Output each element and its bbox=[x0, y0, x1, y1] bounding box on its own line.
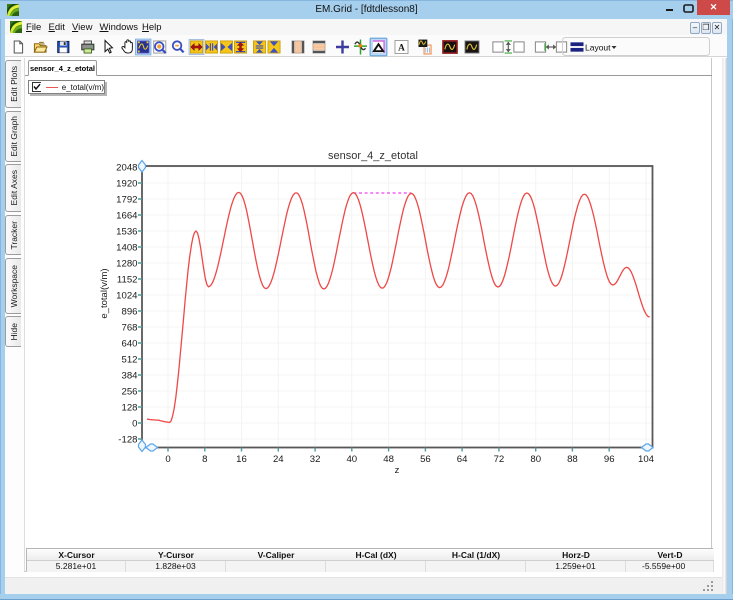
svg-text:384: 384 bbox=[121, 371, 138, 382]
svg-text:896: 896 bbox=[121, 307, 137, 318]
svg-text:sensor_4_z_etotal: sensor_4_z_etotal bbox=[328, 150, 418, 162]
svg-text:56: 56 bbox=[420, 454, 431, 465]
svg-text:1152: 1152 bbox=[117, 275, 138, 286]
svg-text:128: 128 bbox=[121, 403, 137, 414]
svg-text:1280: 1280 bbox=[116, 259, 137, 270]
svg-text:768: 768 bbox=[121, 323, 137, 334]
svg-text:z: z bbox=[395, 465, 400, 476]
svg-text:0: 0 bbox=[132, 419, 137, 430]
svg-text:512: 512 bbox=[121, 355, 137, 366]
svg-text:32: 32 bbox=[310, 454, 321, 465]
svg-text:48: 48 bbox=[383, 454, 394, 465]
svg-text:1408: 1408 bbox=[116, 243, 137, 254]
svg-text:e_total(v/m): e_total(v/m) bbox=[99, 268, 110, 318]
svg-text:Layout: Layout bbox=[585, 43, 611, 53]
svg-text:72: 72 bbox=[494, 454, 505, 465]
svg-text:104: 104 bbox=[638, 454, 655, 465]
svg-text:2048: 2048 bbox=[116, 163, 137, 174]
svg-text:256: 256 bbox=[121, 387, 137, 398]
svg-text:1024: 1024 bbox=[116, 291, 138, 302]
svg-text:1920: 1920 bbox=[116, 179, 137, 190]
svg-text:1664: 1664 bbox=[116, 211, 138, 222]
svg-text:8: 8 bbox=[202, 454, 207, 465]
svg-text:88: 88 bbox=[567, 454, 578, 465]
svg-text:24: 24 bbox=[273, 454, 284, 465]
svg-text:0: 0 bbox=[165, 454, 170, 465]
svg-text:640: 640 bbox=[121, 339, 137, 350]
svg-text:40: 40 bbox=[346, 454, 357, 465]
svg-text:64: 64 bbox=[457, 454, 468, 465]
svg-text:1536: 1536 bbox=[116, 227, 137, 238]
svg-text:A: A bbox=[398, 44, 405, 54]
svg-text:-128: -128 bbox=[118, 435, 137, 446]
svg-text:96: 96 bbox=[604, 454, 615, 465]
svg-text:16: 16 bbox=[236, 454, 247, 465]
svg-text:1792: 1792 bbox=[116, 195, 137, 206]
svg-text:80: 80 bbox=[530, 454, 541, 465]
